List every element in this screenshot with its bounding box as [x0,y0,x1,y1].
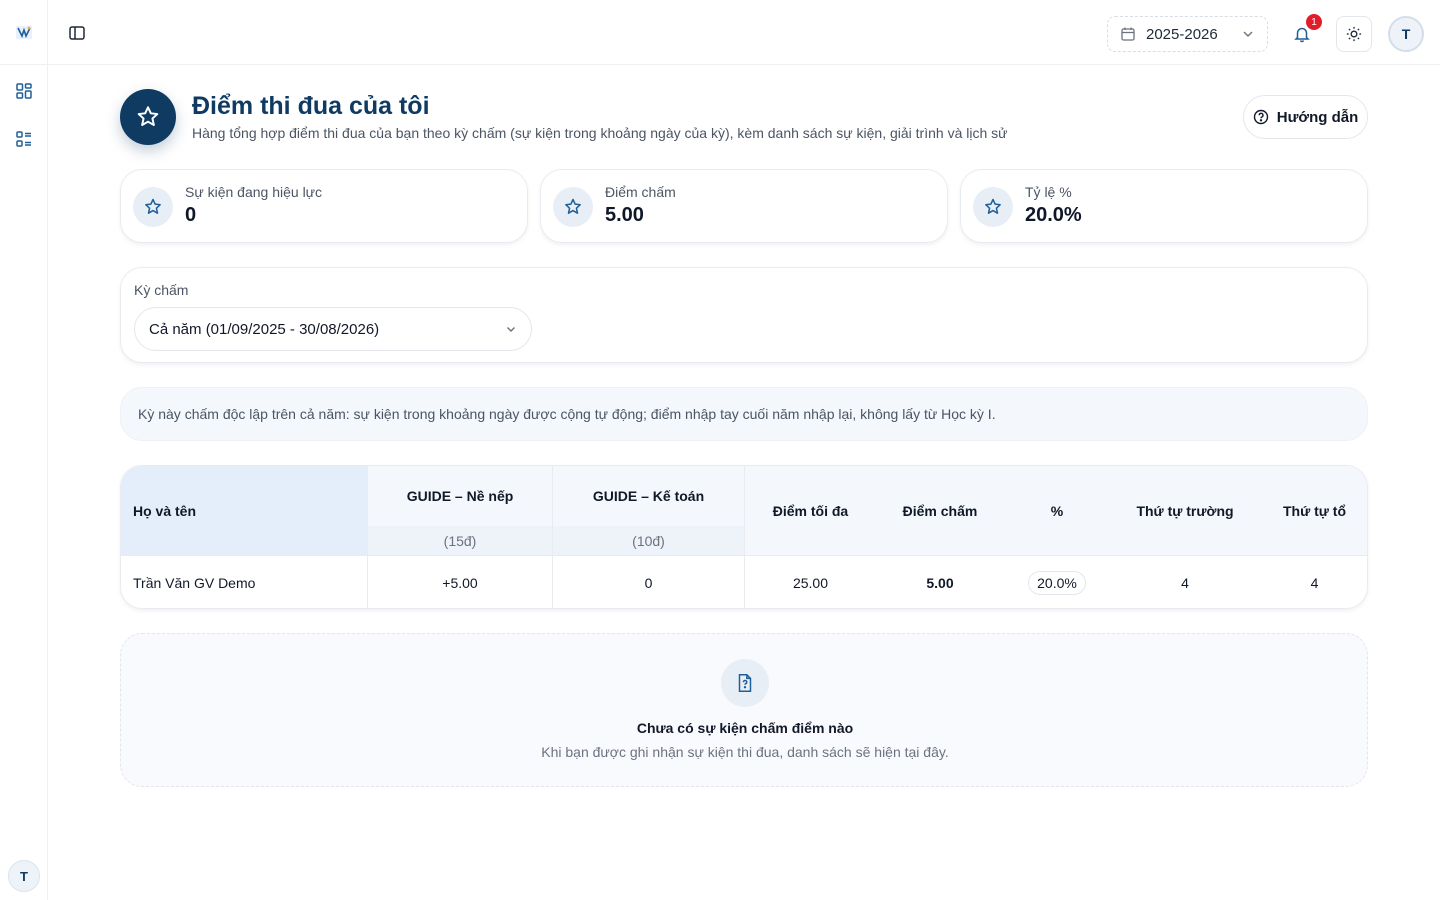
header-max-score: Điểm tối đa [744,466,876,556]
header-rank-school: Thứ tự trường [1110,466,1260,556]
header-percent: % [1004,466,1110,556]
stat-card-ratio: Tỷ lệ % 20.0% [960,169,1368,243]
star-icon [120,89,176,145]
app-logo-icon[interactable] [14,22,34,42]
sun-icon [1346,26,1362,42]
guide-button[interactable]: Hướng dẫn [1243,95,1368,139]
file-question-icon [721,659,769,707]
guide-button-label: Hướng dẫn [1276,108,1359,126]
stat-card-active-events: Sự kiện đang hiệu lực 0 [120,169,528,243]
school-year-value: 2025-2026 [1146,25,1218,43]
sidebar-divider [0,64,48,65]
stat-value: 0 [185,204,197,226]
sidebar: T [0,0,48,900]
table-row-rank-group: 4 [1310,575,1319,591]
table-row-guide1: +5.00 [367,556,552,608]
table-row-guide2: 0 [552,556,744,608]
table-row-max: 25.00 [744,556,876,608]
table-row-percent-cell: 20.0% [1004,556,1110,608]
table-row-name: Trần Văn GV Demo [133,575,256,591]
percent-pill: 20.0% [1028,571,1086,595]
period-filter-card: Kỳ chấm Cả năm (01/09/2025 - 30/08/2026) [120,267,1368,363]
list-icon[interactable] [15,130,33,148]
dashboard-grid-icon[interactable] [15,82,33,100]
stat-value: 20.0% [1025,204,1082,226]
star-icon [553,187,593,227]
header-guide2: GUIDE – Kế toán [552,466,744,526]
star-icon [973,187,1013,227]
chevron-down-icon [1241,27,1255,41]
top-header: 2025-2026 1 T [48,0,1440,65]
table-row-rank-school: 4 [1181,575,1189,591]
theme-toggle-button[interactable] [1336,16,1372,52]
sidebar-toggle-icon[interactable] [68,24,86,42]
chevron-down-icon [507,327,515,332]
empty-state-title: Chưa có sự kiện chấm điểm nào [636,720,854,736]
sidebar-avatar[interactable]: T [8,860,40,892]
notification-badge: 1 [1306,14,1322,30]
header-guide2-sub: (10đ) [552,526,744,556]
score-table: Họ và tên GUIDE – Nề nếp (15đ) GUIDE – K… [120,465,1368,609]
page-subtitle: Hàng tổng hợp điểm thi đua của bạn theo … [192,125,1008,141]
user-avatar[interactable]: T [1388,16,1424,52]
empty-state: Chưa có sự kiện chấm điểm nào Khi bạn đư… [120,633,1368,787]
period-label: Kỳ chấm [134,282,189,298]
table-row-score: 5.00 [926,575,954,591]
stat-card-score: Điểm chấm 5.00 [540,169,948,243]
header-guide1-sub: (15đ) [367,526,552,556]
period-select[interactable]: Cả năm (01/09/2025 - 30/08/2026) [134,307,532,351]
header-guide1: GUIDE – Nề nếp [367,466,552,526]
stat-value: 5.00 [605,204,644,226]
school-year-select[interactable]: 2025-2026 [1107,16,1268,52]
info-note: Kỳ này chấm độc lập trên cả năm: sự kiện… [120,387,1368,441]
empty-state-text: Khi bạn được ghi nhận sự kiện thi đua, d… [541,744,949,760]
calendar-icon [1120,26,1136,42]
page-title: Điểm thi đua của tôi [192,92,430,120]
stat-label: Tỷ lệ % [1025,184,1072,200]
star-icon [133,187,173,227]
help-circle-icon [1253,109,1268,125]
header-score: Điểm chấm [876,466,1004,556]
period-select-value: Cả năm (01/09/2025 - 30/08/2026) [149,320,380,338]
stat-label: Sự kiện đang hiệu lực [185,184,323,200]
header-rank-group: Thứ tự tổ [1260,466,1367,556]
header-name: Họ và tên [121,466,367,556]
stat-label: Điểm chấm [605,184,676,200]
